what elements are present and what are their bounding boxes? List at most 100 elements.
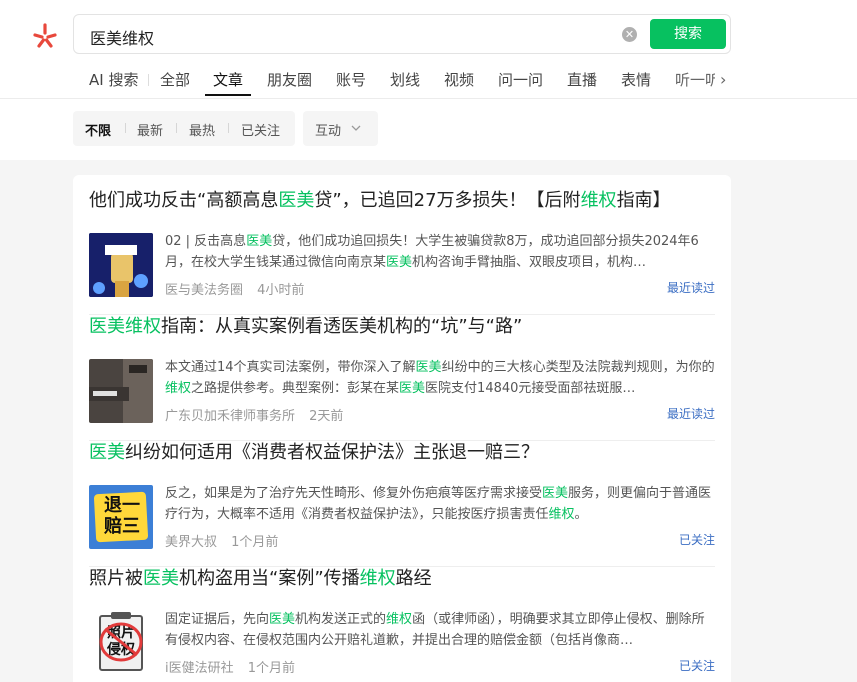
highlight-keyword: 维权 xyxy=(548,507,575,522)
highlight-keyword: 医美 xyxy=(246,234,273,249)
result-source[interactable]: i医健法研社 xyxy=(165,661,234,676)
result-thumbnail[interactable] xyxy=(89,233,153,297)
result-status-tag: 最近读过 xyxy=(666,407,715,421)
highlight-keyword: 医美 xyxy=(278,190,315,211)
text-segment: 指南】 xyxy=(616,190,671,211)
search-button[interactable]: 搜索 xyxy=(650,19,726,49)
chevron-right-icon[interactable]: › xyxy=(720,70,726,89)
result-title[interactable]: 医美纠纷如何适用《消费者权益保护法》主张退一赔三？ xyxy=(89,441,715,465)
highlight-keyword: 医美 xyxy=(89,442,125,463)
tab-ask[interactable]: 问一问 xyxy=(498,70,543,96)
filter-divider xyxy=(125,123,126,133)
result-thumbnail[interactable]: 退一 赔三 xyxy=(89,485,153,549)
result-source[interactable]: 广东贝加禾律师事务所 xyxy=(165,409,295,424)
highlight-keyword: 维权 xyxy=(386,612,413,627)
text-segment: 。 xyxy=(574,507,588,522)
results-list: 他们成功反击“高额高息医美贷”，已追回27万多损失！【后附维权指南】 02 | … xyxy=(73,175,731,682)
wechat-search-logo-icon[interactable] xyxy=(31,21,59,49)
header-divider xyxy=(0,98,857,99)
result-thumbnail[interactable] xyxy=(89,359,153,423)
highlight-keyword: 医美 xyxy=(415,360,442,375)
result-item[interactable]: 医美维权指南：从真实案例看透医美机构的“坑”与“路” 本文通过14个真实司法案例… xyxy=(89,315,715,441)
result-thumbnail[interactable]: 照片 侵权 xyxy=(89,611,153,675)
result-meta: 广东贝加禾律师事务所 2天前 xyxy=(165,405,343,424)
tab-listen[interactable]: 听一听 xyxy=(675,70,715,96)
tab-all[interactable]: 全部 xyxy=(160,70,190,96)
thumbnail-text-line: 赔三 xyxy=(104,516,140,537)
filter-all[interactable]: 不限 xyxy=(85,120,111,139)
highlight-keyword: 维权 xyxy=(580,190,617,211)
text-segment: 固定证据后，先向 xyxy=(165,612,270,627)
search-header: 医美维权 ✕ 搜索 AI 搜索 全部 文章 朋友圈 账号 划线 视频 问一问 直… xyxy=(0,0,857,160)
tab-live[interactable]: 直播 xyxy=(567,70,597,96)
result-snippet: 02 | 反击高息医美贷，他们成功追回损失！大学生被骗贷款8万，成功追回部分损失… xyxy=(165,231,715,273)
highlight-keyword: 医美 xyxy=(386,255,413,270)
text-segment: 02 | 反击高息 xyxy=(165,234,247,249)
highlight-keyword: 医美 xyxy=(399,381,426,396)
result-time: 2天前 xyxy=(309,409,344,424)
thumbnail-text-line: 退一 xyxy=(104,495,140,516)
highlight-keyword: 医美 xyxy=(269,612,296,627)
filter-divider xyxy=(176,123,177,133)
filter-divider xyxy=(228,123,229,133)
tab-accounts[interactable]: 账号 xyxy=(336,70,366,96)
result-source[interactable]: 医与美法务圈 xyxy=(165,283,243,298)
text-segment: 反之，如果是为了治疗先天性畸形、修复外伤疤痕等医疗需求接受 xyxy=(165,486,543,501)
filter-interaction-dropdown[interactable]: 互动 xyxy=(303,111,378,146)
tab-stickers[interactable]: 表情 xyxy=(621,70,651,96)
filter-sort-group: 不限 最新 最热 已关注 xyxy=(73,111,295,146)
filter-latest[interactable]: 最新 xyxy=(137,120,163,139)
clear-icon[interactable]: ✕ xyxy=(622,27,637,42)
text-segment: 纠纷如何适用《消费者权益保护法》主张退一赔三？ xyxy=(125,442,539,463)
tab-highlights[interactable]: 划线 xyxy=(390,70,420,96)
chevron-down-icon xyxy=(351,125,361,131)
result-meta: i医健法研社 1个月前 xyxy=(165,657,295,676)
highlight-keyword: 维权 xyxy=(359,568,396,589)
result-status-tag: 最近读过 xyxy=(666,281,715,295)
tab-ai-search[interactable]: AI 搜索 xyxy=(89,70,138,96)
highlight-keyword: 医美 xyxy=(143,568,179,589)
tab-bar: AI 搜索 全部 文章 朋友圈 账号 划线 视频 问一问 直播 表情 听一听 › xyxy=(0,70,857,96)
result-snippet: 反之，如果是为了治疗先天性畸形、修复外伤疤痕等医疗需求接受医美服务，则更偏向于普… xyxy=(165,483,715,525)
text-segment: 本文通过14个真实司法案例，带你深入了解 xyxy=(165,360,416,375)
filter-hottest[interactable]: 最热 xyxy=(189,120,215,139)
result-source[interactable]: 美界大叔 xyxy=(165,535,217,550)
text-segment: 之路提供参考。典型案例：彭某在某 xyxy=(191,381,400,396)
text-segment: 照片被 xyxy=(89,568,143,589)
result-status-tag: 已关注 xyxy=(678,659,715,673)
result-time: 4小时前 xyxy=(257,283,305,298)
tab-articles[interactable]: 文章 xyxy=(205,70,252,96)
filter-interaction-label: 互动 xyxy=(315,124,342,139)
result-meta: 美界大叔 1个月前 xyxy=(165,531,278,550)
highlight-keyword: 维权 xyxy=(165,381,192,396)
result-time: 1个月前 xyxy=(231,535,279,550)
text-segment: 纠纷中的三大核心类型及法院裁判规则，为你的 xyxy=(441,360,715,375)
highlight-keyword: 医美维权 xyxy=(89,316,161,337)
result-item[interactable]: 医美纠纷如何适用《消费者权益保护法》主张退一赔三？ 退一 赔三 反之，如果是为了… xyxy=(89,441,715,567)
filter-followed[interactable]: 已关注 xyxy=(241,120,280,139)
text-segment: 机构发送正式的 xyxy=(295,612,387,627)
result-title[interactable]: 照片被医美机构盗用当“案例”传播维权路经 xyxy=(89,567,715,591)
result-title[interactable]: 医美维权指南：从真实案例看透医美机构的“坑”与“路” xyxy=(89,315,715,339)
search-input[interactable]: 医美维权 xyxy=(90,25,154,49)
text-segment: 他们成功反击“高额高息 xyxy=(89,190,279,211)
result-snippet: 本文通过14个真实司法案例，带你深入了解医美纠纷中的三大核心类型及法院裁判规则，… xyxy=(165,357,715,399)
text-segment: 机构咨询手臂抽脂、双眼皮项目，机构… xyxy=(412,255,647,270)
text-segment: 医院支付14840元接受面部祛斑服… xyxy=(425,381,636,396)
tab-divider xyxy=(148,74,149,86)
result-meta: 医与美法务圈 4小时前 xyxy=(165,279,304,298)
result-item[interactable]: 他们成功反击“高额高息医美贷”，已追回27万多损失！【后附维权指南】 02 | … xyxy=(89,189,715,315)
tab-moments[interactable]: 朋友圈 xyxy=(267,70,312,96)
text-segment: 指南：从真实案例看透医美机构的“坑”与“路” xyxy=(161,316,523,337)
result-status-tag: 已关注 xyxy=(678,533,715,547)
tab-videos[interactable]: 视频 xyxy=(444,70,474,96)
result-title[interactable]: 他们成功反击“高额高息医美贷”，已追回27万多损失！【后附维权指南】 xyxy=(89,189,715,213)
text-segment: 贷”，已追回27万多损失！【后附 xyxy=(314,190,581,211)
result-item[interactable]: 照片被医美机构盗用当“案例”传播维权路经 照片 侵权 固定证据后，先向医美机构发… xyxy=(89,567,715,676)
text-segment: 路经 xyxy=(395,568,432,589)
highlight-keyword: 医美 xyxy=(542,486,569,501)
result-time: 1个月前 xyxy=(247,661,296,676)
text-segment: 机构盗用当“案例”传播 xyxy=(179,568,360,589)
result-snippet: 固定证据后，先向医美机构发送正式的维权函（或律师函），明确要求其立即停止侵权、删… xyxy=(165,609,715,651)
search-box[interactable]: 医美维权 ✕ 搜索 xyxy=(73,14,731,54)
